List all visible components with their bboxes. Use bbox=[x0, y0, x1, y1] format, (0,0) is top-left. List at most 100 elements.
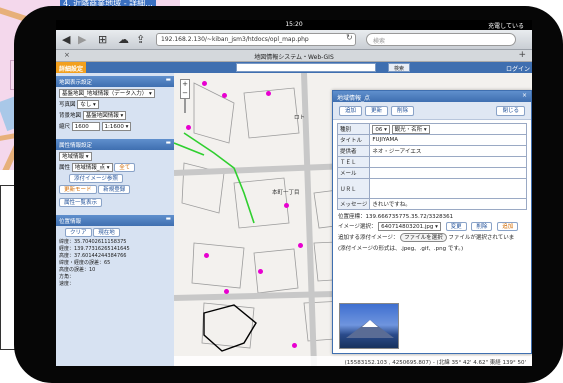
status-charge: 充電している bbox=[488, 23, 524, 30]
dialog-close-icon[interactable]: × bbox=[522, 92, 527, 99]
address-search-input[interactable] bbox=[236, 63, 376, 72]
message-field[interactable]: きれいですね。 bbox=[369, 198, 527, 210]
field-key: タイトル bbox=[336, 134, 371, 146]
position-line: 経度：139.77316265141645 bbox=[59, 246, 130, 252]
position-line: 速度： bbox=[59, 281, 75, 287]
login-link[interactable]: ログイン bbox=[506, 64, 530, 73]
type-code-select[interactable]: 06 bbox=[372, 124, 390, 134]
table-row: 提供者 ネオ・ジーアイエス bbox=[336, 145, 527, 157]
feature-info-dialog: 地域情報_点 × 追加 更新 削除 閉じる 種別 06 観光・名所 bbox=[332, 90, 532, 354]
share-icon[interactable]: ⇪ bbox=[136, 33, 145, 46]
title-field[interactable]: FUJIYAMA bbox=[369, 134, 527, 146]
new-register-button[interactable]: 新規登録 bbox=[98, 185, 131, 194]
field-key: メール bbox=[336, 167, 371, 179]
bookmarks-icon[interactable]: ⊞ bbox=[98, 33, 107, 46]
attribute-list-button[interactable]: 属性一覧表示 bbox=[59, 198, 103, 207]
email-field[interactable] bbox=[369, 167, 527, 179]
update-button[interactable]: 更新 bbox=[365, 106, 389, 116]
field-key: ＵＲＬ bbox=[336, 178, 371, 199]
dialog-title: 地域情報_点 bbox=[337, 95, 371, 102]
attribute-table: 種別 06 観光・名所 タイトル FUJIYAMA 提供者 ネオ・ジーアイエス bbox=[336, 123, 527, 210]
dialog-toolbar: 追加 更新 削除 閉じる bbox=[333, 102, 531, 120]
photo-stage: 4. 近隣商業地域 - 詳細... 15:20 充電している ◀ ▶ ⊞ ☁ ⇪… bbox=[0, 0, 563, 383]
left-panel: 地図表示設定 ▬ 基盤地図_地域情報（データ入力） 写真図 なし 背景地図 基盤… bbox=[56, 73, 174, 366]
map-road-label: ロト bbox=[294, 115, 306, 121]
provider-field[interactable]: ネオ・ジーアイエス bbox=[369, 145, 527, 157]
tab-title[interactable]: 地図情報システム・Web-GIS bbox=[56, 52, 532, 61]
attached-photo-thumbnail[interactable] bbox=[339, 303, 399, 349]
map-pin[interactable] bbox=[204, 253, 209, 258]
choose-file-button[interactable]: ファイルを選択 bbox=[400, 233, 447, 242]
add-image-button[interactable]: 追加 bbox=[497, 222, 519, 231]
reload-icon[interactable]: ↻ bbox=[346, 33, 353, 42]
close-button[interactable]: 閉じる bbox=[496, 106, 525, 116]
scale-select[interactable]: 1:1600 bbox=[101, 122, 132, 131]
clear-button[interactable]: クリア bbox=[65, 228, 92, 237]
status-time: 15:20 bbox=[285, 21, 303, 28]
current-location-button[interactable]: 現在地 bbox=[93, 228, 120, 237]
browser-search-input[interactable]: 検索 bbox=[366, 33, 516, 46]
field-key: 提供者 bbox=[336, 145, 371, 157]
tel-field[interactable] bbox=[369, 156, 527, 168]
update-mode-button[interactable]: 更新モード bbox=[59, 185, 97, 194]
layer-select[interactable]: 地域情報 bbox=[59, 152, 92, 161]
map-display-header-label: 地図表示設定 bbox=[59, 80, 93, 86]
map-pin[interactable] bbox=[222, 93, 227, 98]
map-display-header[interactable]: 地図表示設定 ▬ bbox=[56, 76, 174, 87]
browser-toolbar: ◀ ▶ ⊞ ☁ ⇪ 192.168.2.130/~kiban_jsm3/htdo… bbox=[56, 30, 532, 50]
attachment-view-button[interactable]: 添付イメージ参照 bbox=[69, 174, 123, 183]
type-name-select[interactable]: 観光・名所 bbox=[391, 124, 430, 134]
background-map-label: 背景地図 bbox=[59, 113, 82, 119]
new-tab-icon[interactable]: + bbox=[518, 50, 526, 60]
attribute-header[interactable]: 属性情報設定 ▬ bbox=[56, 139, 174, 150]
map-pin[interactable] bbox=[284, 203, 289, 208]
photo-select[interactable]: なし bbox=[77, 100, 99, 109]
attribute-select[interactable]: 地域情報_点 bbox=[71, 163, 113, 172]
forward-icon[interactable]: ▶ bbox=[78, 33, 86, 46]
change-image-button[interactable]: 変更 bbox=[445, 222, 467, 231]
tablet-frame: 15:20 充電している ◀ ▶ ⊞ ☁ ⇪ 192.168.2.130/~ki… bbox=[14, 6, 563, 383]
base-map-select[interactable]: 基盤地図_地域情報（データ入力） bbox=[59, 89, 155, 98]
map-pin[interactable] bbox=[298, 243, 303, 248]
url-bar[interactable]: 192.168.2.130/~kiban_jsm3/htdocs/opl_map… bbox=[156, 33, 356, 46]
image-select-label: イメージ選択： bbox=[338, 224, 377, 230]
position-header-label: 位置情報 bbox=[59, 219, 82, 225]
collapse-icon[interactable]: ▬ bbox=[166, 140, 171, 146]
add-button[interactable]: 追加 bbox=[339, 106, 363, 116]
scale-input[interactable]: 1600 bbox=[71, 122, 100, 131]
map-town-label: 本町一丁目 bbox=[272, 190, 300, 196]
map-pin[interactable] bbox=[224, 289, 229, 294]
search-button[interactable]: 検索 bbox=[388, 63, 411, 72]
attach-label: 追加する添付イメージ： bbox=[338, 235, 399, 241]
table-row: メール bbox=[336, 167, 527, 179]
map-pin[interactable] bbox=[266, 91, 271, 96]
tablet-screen: 15:20 充電している ◀ ▶ ⊞ ☁ ⇪ 192.168.2.130/~ki… bbox=[56, 20, 532, 366]
zoom-in-icon[interactable]: + bbox=[181, 80, 189, 89]
position-header[interactable]: 位置情報 ▬ bbox=[56, 215, 174, 226]
format-note: (添付イメージの形式は、.jpeg、.gif、.png です。) bbox=[338, 246, 464, 252]
field-key: 種別 bbox=[336, 123, 371, 135]
zoom-slider[interactable] bbox=[184, 99, 186, 113]
collapse-icon[interactable]: ▬ bbox=[166, 216, 171, 222]
delete-button[interactable]: 削除 bbox=[391, 106, 415, 116]
map-pin[interactable] bbox=[258, 269, 263, 274]
delete-image-button[interactable]: 削除 bbox=[471, 222, 493, 231]
map-pin[interactable] bbox=[186, 125, 191, 130]
collapse-icon[interactable]: ▬ bbox=[166, 77, 171, 83]
map-pin[interactable] bbox=[202, 81, 207, 86]
map-coordinates-footer: (15583152.103 , 4250695.807) - (北緯 35° 4… bbox=[174, 356, 532, 366]
url-field[interactable] bbox=[369, 178, 527, 199]
background-map-select[interactable]: 基盤地図情報 bbox=[82, 111, 127, 120]
image-select[interactable]: 640714803201.jpg bbox=[378, 222, 441, 231]
cloud-icon[interactable]: ☁ bbox=[118, 33, 129, 46]
back-icon[interactable]: ◀ bbox=[62, 33, 70, 46]
all-button[interactable]: 全て bbox=[114, 163, 136, 172]
map-pin[interactable] bbox=[292, 343, 297, 348]
zoom-out-icon[interactable]: − bbox=[181, 89, 189, 98]
scale-label: 縮尺 bbox=[59, 124, 71, 130]
table-row: メッセージ きれいですね。 bbox=[336, 198, 527, 210]
snowcap-shape bbox=[362, 320, 378, 327]
status-bar: 15:20 充電している bbox=[56, 20, 532, 30]
zoom-control: + − bbox=[180, 79, 190, 99]
detail-settings-tab[interactable]: 詳細設定 bbox=[56, 62, 87, 73]
